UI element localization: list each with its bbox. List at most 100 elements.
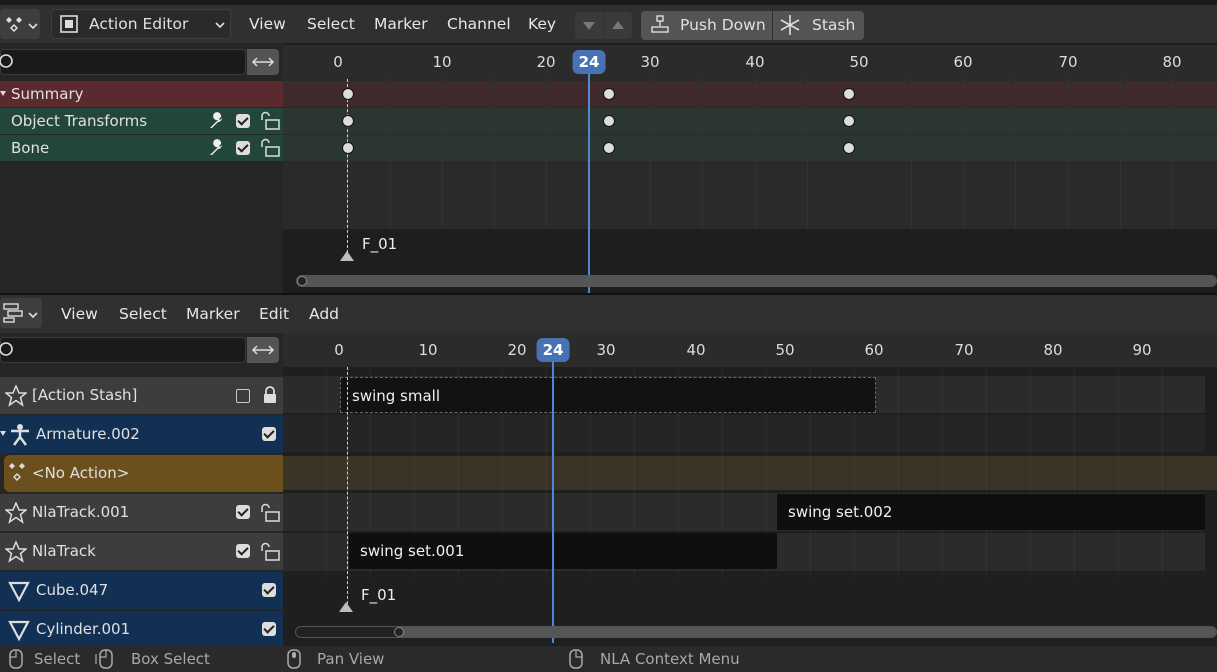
menu-select[interactable]: Select (119, 295, 167, 333)
object-track-bg (283, 108, 1217, 134)
triangle-down-icon (583, 22, 595, 30)
menu-add[interactable]: Add (309, 295, 339, 333)
horizontal-scrollbar[interactable] (296, 275, 1217, 287)
nla-editor-type-button[interactable] (0, 298, 42, 328)
track-label: <No Action> (32, 464, 130, 482)
mouse-middle-icon (287, 649, 301, 669)
grid-line (911, 79, 912, 229)
ruler-tick: 0 (334, 341, 344, 359)
unlock-icon[interactable] (259, 111, 281, 131)
editor-type-button[interactable] (0, 9, 40, 39)
keyframe[interactable] (342, 142, 354, 154)
snowflake-icon (780, 15, 800, 35)
grid-line (1068, 79, 1069, 229)
summary-track-bg (283, 81, 1217, 107)
ruler-tick: 20 (536, 53, 556, 71)
track-enable-checkbox[interactable] (262, 622, 276, 636)
strip-swing-set-002[interactable]: swing set.002 (777, 494, 1205, 530)
track-enable-checkbox[interactable] (236, 389, 250, 403)
strip-swing-small[interactable]: swing small (340, 377, 876, 413)
menu-select[interactable]: Select (307, 5, 355, 43)
channel-enable-checkbox[interactable] (236, 141, 250, 155)
track-label: Cylinder.001 (36, 620, 131, 638)
ruler-tick: 90 (1132, 341, 1152, 359)
menu-key[interactable]: Key (528, 5, 556, 43)
nla-editor-header (0, 295, 1217, 333)
menu-marker[interactable]: Marker (186, 295, 240, 333)
horizontal-scrollbar[interactable] (295, 626, 1217, 638)
strip-label: swing set.001 (360, 542, 465, 560)
grid-line (494, 79, 495, 229)
track-nlatrack[interactable]: NlaTrack (0, 533, 283, 570)
triangle-up-icon (612, 21, 624, 29)
unlock-icon[interactable] (259, 542, 281, 562)
channel-enable-checkbox[interactable] (236, 114, 250, 128)
track-action-stash[interactable]: [Action Stash] (0, 377, 283, 414)
track-armature[interactable]: Armature.002 (0, 416, 283, 453)
current-frame-indicator[interactable]: 24 (572, 50, 606, 74)
track-enable-checkbox[interactable] (262, 427, 276, 441)
grid-line (1172, 79, 1173, 229)
marker-label: F_01 (361, 586, 397, 604)
track-no-action[interactable]: <No Action> (4, 455, 283, 492)
grid-line (755, 79, 756, 229)
mode-dropdown[interactable]: Action Editor (51, 9, 231, 39)
keyframe[interactable] (603, 88, 615, 100)
keyframe[interactable] (843, 115, 855, 127)
keyframe[interactable] (843, 88, 855, 100)
channel-label: Summary (11, 85, 84, 103)
keyframe[interactable] (843, 142, 855, 154)
marker-triangle-icon[interactable] (340, 251, 354, 261)
scrollbar-handle[interactable] (394, 627, 404, 637)
dopesheet-icon (6, 17, 22, 33)
keyframe[interactable] (603, 142, 615, 154)
bone-track-bg (283, 135, 1217, 161)
wrench-icon[interactable] (207, 138, 227, 158)
lock-icon[interactable] (262, 386, 278, 404)
keyframe[interactable] (603, 115, 615, 127)
keyframe[interactable] (342, 115, 354, 127)
track-cylinder[interactable]: Cylinder.001 (0, 611, 283, 646)
swap-filter-button[interactable] (247, 337, 279, 363)
menu-view[interactable]: View (249, 5, 286, 43)
scrollbar-thumb[interactable] (396, 627, 1216, 637)
menu-edit[interactable]: Edit (259, 295, 289, 333)
strip-swing-set-001[interactable]: swing set.001 (349, 533, 777, 569)
menu-marker[interactable]: Marker (374, 5, 428, 43)
channel-label: Bone (11, 139, 50, 157)
track-label: Cube.047 (36, 581, 109, 599)
channel-object-transforms[interactable]: Object Transforms (0, 108, 283, 134)
track-enable-checkbox[interactable] (262, 583, 276, 597)
status-pan-view: Pan View (317, 650, 385, 668)
current-frame-indicator[interactable]: 24 (536, 338, 570, 362)
menu-view[interactable]: View (61, 295, 98, 333)
channel-search-input[interactable] (0, 49, 246, 75)
push-down-icon (651, 15, 669, 33)
marker-triangle-icon[interactable] (339, 602, 353, 612)
track-nlatrack-001[interactable]: NlaTrack.001 (0, 494, 283, 531)
channel-bone[interactable]: Bone (0, 135, 283, 161)
status-select: Select (34, 650, 81, 668)
wrench-icon[interactable] (207, 111, 227, 131)
layer-up-button[interactable] (604, 12, 632, 39)
keyframe[interactable] (342, 88, 354, 100)
track-enable-checkbox[interactable] (236, 505, 250, 519)
scrollbar-handle[interactable] (297, 276, 307, 286)
ruler-tick: 70 (1058, 53, 1078, 71)
grid-line (702, 79, 703, 229)
star-icon (5, 541, 27, 563)
track-label: NlaTrack (32, 542, 96, 560)
stash-button[interactable]: Stash (773, 11, 864, 40)
track-enable-checkbox[interactable] (236, 544, 250, 558)
ruler-tick: 10 (432, 53, 452, 71)
unlock-icon[interactable] (259, 503, 281, 523)
strip-label: swing set.002 (788, 503, 893, 521)
channel-summary[interactable]: Summary (0, 81, 283, 107)
push-down-button[interactable]: Push Down (641, 11, 772, 40)
track-cube[interactable]: Cube.047 (0, 572, 283, 609)
nla-search-input[interactable] (0, 337, 246, 363)
swap-filter-button[interactable] (247, 49, 279, 75)
menu-channel[interactable]: Channel (447, 5, 511, 43)
unlock-icon[interactable] (259, 138, 281, 158)
layer-down-button[interactable] (575, 12, 603, 39)
